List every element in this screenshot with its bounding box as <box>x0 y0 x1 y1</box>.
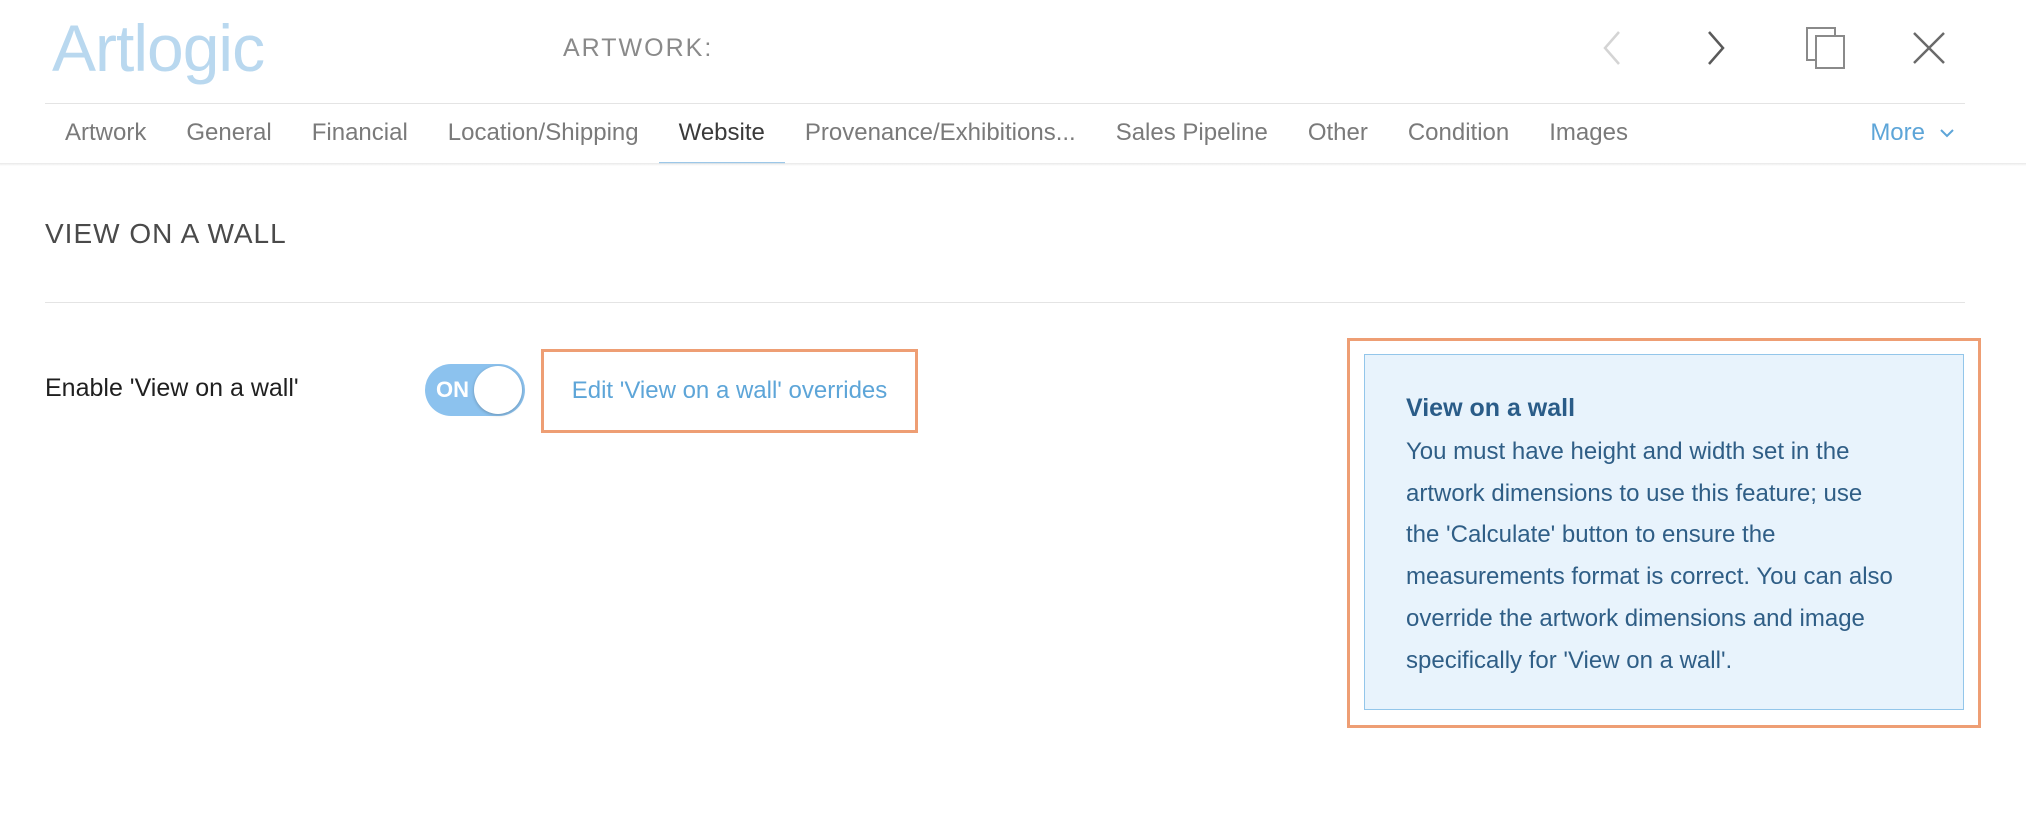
section-divider <box>45 302 1965 303</box>
artwork-label: ARTWORK: <box>563 34 714 62</box>
chevron-down-icon <box>1940 129 1954 138</box>
close-icon <box>1913 32 1945 64</box>
enable-view-on-wall-label: Enable 'View on a wall' <box>45 374 299 402</box>
section-title: VIEW ON A WALL <box>45 218 287 249</box>
edit-overrides-link[interactable]: Edit 'View on a wall' overrides <box>572 377 888 405</box>
tab-website[interactable]: Website <box>658 104 785 164</box>
toggle-knob <box>474 366 522 414</box>
info-line: the 'Calculate' button to ensure the <box>1406 521 1776 549</box>
duplicate-button[interactable] <box>1798 20 1854 76</box>
header: Artlogic ARTWORK: <box>0 0 2026 104</box>
tab-bar-shadow <box>0 163 2026 166</box>
artlogic-logo: Artlogic <box>52 11 265 85</box>
info-panel-highlight: View on a wall You must have height and … <box>1347 338 1981 728</box>
tab-other[interactable]: Other <box>1288 104 1388 164</box>
tab-sales-pipeline[interactable]: Sales Pipeline <box>1096 104 1288 164</box>
info-line: override the artwork dimensions and imag… <box>1406 604 1865 632</box>
more-tabs-dropdown[interactable]: More <box>1870 104 1955 162</box>
tab-condition[interactable]: Condition <box>1388 104 1529 164</box>
next-button[interactable] <box>1688 20 1744 76</box>
close-button[interactable] <box>1901 20 1957 76</box>
chevron-left-icon <box>1603 31 1620 65</box>
info-line: measurements format is correct. You can … <box>1406 563 1893 591</box>
info-title: View on a wall <box>1406 394 1576 422</box>
tab-general[interactable]: General <box>166 104 291 164</box>
previous-button[interactable] <box>1584 20 1640 76</box>
override-link-highlight: Edit 'View on a wall' overrides <box>541 349 918 433</box>
tab-artwork[interactable]: Artwork <box>45 104 166 164</box>
tab-location-shipping[interactable]: Location/Shipping <box>428 104 659 164</box>
copy-icon <box>1806 27 1845 69</box>
tab-images[interactable]: Images <box>1529 104 1648 164</box>
chevron-right-icon <box>1708 31 1725 65</box>
tab-bar: Artwork General Financial Location/Shipp… <box>45 104 1965 164</box>
tab-financial[interactable]: Financial <box>292 104 428 164</box>
info-body: You must have height and width set in th… <box>1406 431 1933 681</box>
tab-provenance-exhibitions[interactable]: Provenance/Exhibitions... <box>785 104 1096 164</box>
enable-view-on-wall-toggle[interactable]: ON <box>425 364 525 416</box>
artwork-editor: Artlogic ARTWORK: Artwork General Financ… <box>0 0 2026 820</box>
toggle-state-text: ON <box>436 377 469 402</box>
info-line: specifically for 'View on a wall'. <box>1406 646 1733 674</box>
info-panel: View on a wall You must have height and … <box>1364 354 1964 710</box>
more-label: More <box>1870 119 1925 146</box>
info-line: artwork dimensions to use this feature; … <box>1406 479 1863 507</box>
info-line: You must have height and width set in th… <box>1406 438 1850 465</box>
